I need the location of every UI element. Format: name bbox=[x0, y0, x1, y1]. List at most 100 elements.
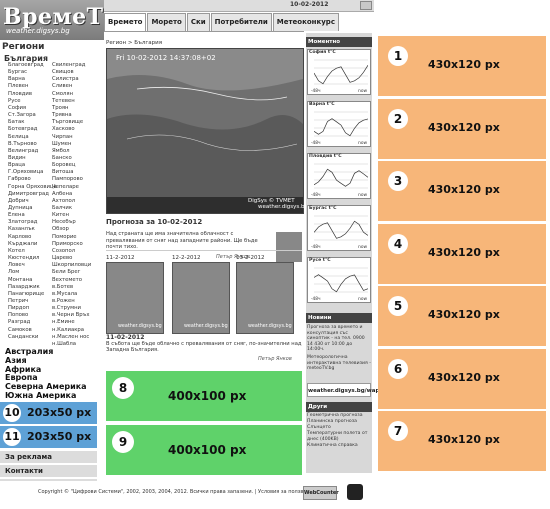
city-link[interactable]: Бели Брег bbox=[52, 269, 80, 275]
city-link[interactable]: Ямбол bbox=[52, 148, 70, 154]
city-link[interactable]: Шумен bbox=[52, 141, 72, 147]
ad-banner-9[interactable]: 9 400x100 px bbox=[106, 425, 302, 475]
city-link[interactable]: в.Струмни bbox=[52, 305, 81, 311]
news-text[interactable]: Прогноза за времето и консултация със си… bbox=[307, 325, 371, 353]
satellite-map[interactable] bbox=[106, 48, 304, 214]
city-link[interactable]: Дупница bbox=[8, 205, 33, 211]
city-link[interactable]: Ботевград bbox=[8, 126, 37, 132]
city-link[interactable]: Витоша bbox=[52, 169, 74, 175]
tab-weather[interactable]: Времето bbox=[104, 13, 147, 31]
city-link[interactable]: Търговище bbox=[52, 119, 83, 125]
others-link[interactable]: Климатична справка bbox=[307, 443, 371, 449]
city-link[interactable]: Златоград bbox=[8, 219, 37, 225]
city-link[interactable]: Пирдоп bbox=[8, 305, 29, 311]
city-link[interactable]: Пловдив bbox=[8, 91, 32, 97]
ad-banner-1[interactable]: 1 430x120 px bbox=[378, 36, 546, 96]
temperature-chart[interactable]: София t°C -48ч now bbox=[307, 49, 371, 95]
city-link[interactable]: Сандански bbox=[8, 334, 38, 340]
city-link[interactable]: Лом bbox=[8, 269, 19, 275]
city-link[interactable]: Белица bbox=[8, 134, 29, 140]
city-link[interactable]: Пазарджик bbox=[8, 284, 40, 290]
city-link[interactable]: Попово bbox=[8, 312, 28, 318]
city-link[interactable]: София bbox=[8, 105, 26, 111]
city-link[interactable]: в.Ботев bbox=[52, 284, 73, 290]
city-link[interactable]: Китен bbox=[52, 212, 69, 218]
tab-ski[interactable]: Ски bbox=[186, 13, 210, 31]
advertise-link[interactable]: За реклама bbox=[0, 450, 97, 463]
city-link[interactable]: Свиленград bbox=[52, 62, 85, 68]
city-link[interactable]: Албена bbox=[52, 191, 72, 197]
ad-banner-3[interactable]: 3 430x120 px bbox=[378, 161, 546, 221]
city-link[interactable]: Панагюрище bbox=[8, 291, 44, 297]
city-link[interactable]: Самоков bbox=[8, 327, 32, 333]
city-link[interactable]: Русе bbox=[8, 98, 21, 104]
city-link[interactable]: Батак bbox=[8, 119, 24, 125]
city-link[interactable]: в.Черни Връх bbox=[52, 312, 90, 318]
city-link[interactable]: Сливен bbox=[52, 83, 72, 89]
city-link[interactable]: Г.Оряховица bbox=[8, 169, 43, 175]
city-link[interactable]: Балчик bbox=[52, 205, 72, 211]
city-link[interactable]: Поморие bbox=[52, 234, 77, 240]
temperature-chart[interactable]: Пловдив t°C -48ч now bbox=[307, 153, 371, 199]
city-link[interactable]: Плевен bbox=[8, 83, 28, 89]
city-link[interactable]: Чирпан bbox=[52, 134, 73, 140]
city-link[interactable]: Карлово bbox=[8, 234, 31, 240]
city-link[interactable]: Горна Оряховица bbox=[8, 184, 57, 190]
temperature-chart[interactable]: Русе t°C -48ч now bbox=[307, 257, 371, 303]
temperature-chart[interactable]: Бургас t°C -48ч now bbox=[307, 205, 371, 251]
city-link[interactable]: Тетевен bbox=[52, 98, 75, 104]
tab-contest[interactable]: Метеоконкурс bbox=[272, 13, 339, 31]
ad-banner-5[interactable]: 5 430x120 px bbox=[378, 286, 546, 346]
continent-link[interactable]: Южна Америка bbox=[5, 391, 87, 401]
city-link[interactable]: Созопол bbox=[52, 248, 75, 254]
city-link[interactable]: Петрич bbox=[8, 298, 28, 304]
city-link[interactable]: Котел bbox=[8, 248, 25, 254]
ad-banner-2[interactable]: 2 430x120 px bbox=[378, 98, 546, 159]
city-link[interactable]: Ахтопол bbox=[52, 198, 75, 204]
city-link[interactable]: Силистра bbox=[52, 76, 79, 82]
city-link[interactable]: Монтана bbox=[8, 277, 32, 283]
ad-banner-11[interactable]: 11 203x50 px bbox=[0, 426, 97, 448]
city-link[interactable]: Казанлък bbox=[8, 226, 35, 232]
city-link[interactable]: Чепеларе bbox=[52, 184, 79, 190]
wap-link[interactable]: weather.digsys.bg/wap bbox=[307, 383, 379, 397]
city-link[interactable]: Троян bbox=[52, 105, 69, 111]
ad-banner-7[interactable]: 7 430x120 px bbox=[378, 411, 546, 471]
city-link[interactable]: Бургас bbox=[8, 69, 27, 75]
city-link[interactable]: Боровец bbox=[52, 162, 75, 168]
tab-sea[interactable]: Морето bbox=[147, 13, 186, 31]
city-link[interactable]: Банско bbox=[52, 155, 72, 161]
city-link[interactable]: Видин bbox=[8, 155, 26, 161]
city-link[interactable]: Смолян bbox=[52, 91, 73, 97]
ad-banner-4[interactable]: 4 430x120 px bbox=[378, 223, 546, 284]
ad-banner-8[interactable]: 8 400x100 px bbox=[106, 371, 302, 421]
contacts-link[interactable]: Контакти bbox=[0, 464, 97, 477]
city-link[interactable]: Разград bbox=[8, 319, 30, 325]
city-link[interactable]: Димитровград bbox=[8, 191, 49, 197]
tab-users[interactable]: Потребители bbox=[210, 13, 272, 31]
city-link[interactable]: н.Маслен нос bbox=[52, 334, 89, 340]
city-link[interactable]: в.Рожен bbox=[52, 298, 75, 304]
ad-banner-10[interactable]: 10 203x50 px bbox=[0, 402, 97, 424]
city-link[interactable]: Несебър bbox=[52, 219, 76, 225]
city-link[interactable]: В.Търново bbox=[8, 141, 37, 147]
city-link[interactable]: н.Калиакра bbox=[52, 327, 84, 333]
city-link[interactable]: Велинград bbox=[8, 148, 38, 154]
city-link[interactable]: Шкорпиловци bbox=[52, 262, 91, 268]
city-link[interactable]: Ст.Загора bbox=[8, 112, 36, 118]
city-link[interactable]: Обзор bbox=[52, 226, 69, 232]
city-link[interactable]: н.Емине bbox=[52, 319, 75, 325]
city-link[interactable]: н.Шабла bbox=[52, 341, 76, 347]
city-link[interactable]: Кюстендил bbox=[8, 255, 39, 261]
city-link[interactable]: Пампорово bbox=[52, 176, 83, 182]
partner-logo-icon[interactable] bbox=[347, 484, 363, 500]
city-link[interactable]: Враца bbox=[8, 162, 25, 168]
city-link[interactable]: Благоевград bbox=[8, 62, 44, 68]
ad-banner-6[interactable]: 6 430x120 px bbox=[378, 348, 546, 409]
city-link[interactable]: Вехтемето bbox=[52, 277, 82, 283]
city-link[interactable]: Свищов bbox=[52, 69, 74, 75]
city-link[interactable]: в.Мусала bbox=[52, 291, 77, 297]
language-flag-icon[interactable] bbox=[360, 1, 372, 10]
city-link[interactable]: Приморско bbox=[52, 241, 83, 247]
city-link[interactable]: Кърджали bbox=[8, 241, 37, 247]
